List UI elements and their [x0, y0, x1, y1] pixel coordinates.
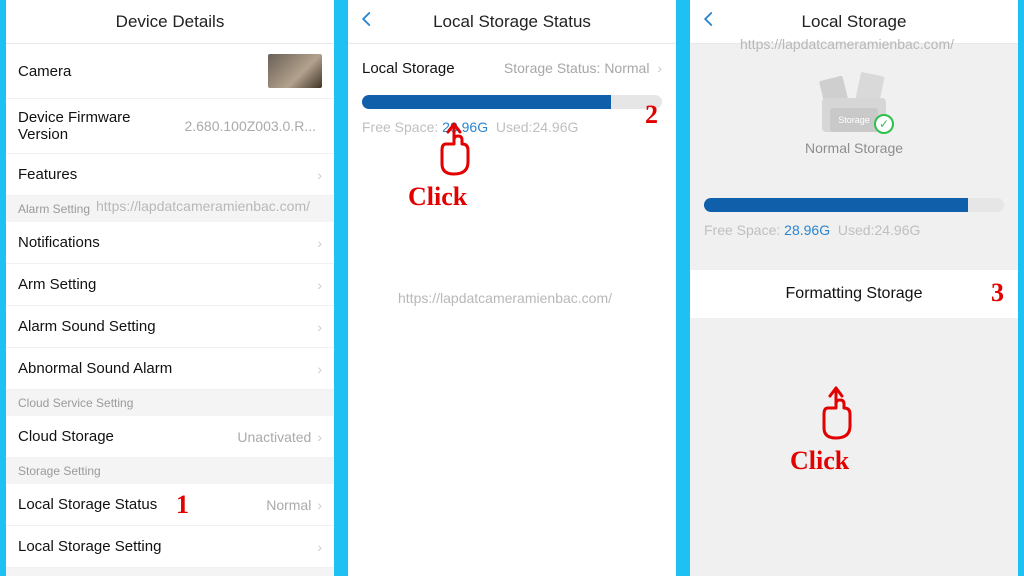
watermark: https://lapdatcameramienbac.com/: [398, 290, 612, 306]
annotation-step1: 1: [176, 490, 189, 520]
back-button[interactable]: [358, 10, 378, 34]
free-label: Free Space:: [362, 119, 438, 135]
firmware-value: 2.680.100Z003.0.R...: [184, 118, 316, 134]
local-storage-label: Local Storage: [362, 60, 455, 77]
progress-bar: [704, 198, 1004, 212]
page-title: Local Storage Status: [433, 12, 591, 32]
row-alarm-sound[interactable]: Alarm Sound Setting ›: [6, 306, 334, 348]
local-status-value: Normal: [266, 497, 311, 513]
row-abnormal[interactable]: Abnormal Sound Alarm ›: [6, 348, 334, 390]
row-features[interactable]: Features ›: [6, 154, 334, 196]
progress-container: [690, 176, 1018, 216]
panel-local-storage-status: Local Storage Status Local Storage Stora…: [348, 0, 676, 576]
annotation-click: Click: [790, 446, 849, 476]
storage-box-icon: Storage ✓: [816, 74, 892, 132]
status-text: Storage Status: Normal ›: [504, 60, 662, 77]
row-local-status[interactable]: Local Storage Status Normal › 1: [6, 484, 334, 526]
chevron-right-icon: ›: [317, 235, 322, 251]
row-camera[interactable]: Camera: [6, 44, 334, 99]
row-arm[interactable]: Arm Setting ›: [6, 264, 334, 306]
row-cloud-storage[interactable]: Cloud Storage Unactivated ›: [6, 416, 334, 458]
chevron-right-icon: ›: [317, 429, 322, 445]
chevron-left-icon: [700, 10, 718, 28]
panel-local-storage: Local Storage https://lapdatcameramienba…: [690, 0, 1018, 576]
storage-stats: Free Space: 28.96G Used:24.96G: [348, 113, 676, 141]
features-label: Features: [18, 166, 317, 183]
arm-label: Arm Setting: [18, 276, 317, 293]
annotation-step2: 2: [645, 100, 658, 130]
annotation-click: Click: [408, 182, 467, 212]
header: Device Details: [6, 0, 334, 44]
panel-device-details: Device Details Camera Device Firmware Ve…: [6, 0, 334, 576]
storage-stats: Free Space: 28.96G Used:24.96G: [690, 216, 1018, 244]
used-label: Used:: [496, 119, 533, 135]
chevron-right-icon: ›: [317, 277, 322, 293]
pointer-icon: [428, 120, 480, 185]
row-notifications[interactable]: Notifications ›: [6, 222, 334, 264]
section-storage: Storage Setting: [6, 458, 334, 484]
chevron-right-icon: ›: [317, 361, 322, 377]
status-label: Storage Status:: [504, 60, 601, 76]
watermark: https://lapdatcameramienbac.com/: [96, 198, 310, 214]
chevron-right-icon: ›: [657, 60, 662, 76]
cloud-value: Unactivated: [237, 429, 311, 445]
alarm-sound-label: Alarm Sound Setting: [18, 318, 317, 335]
section-device: Device Setting: [6, 568, 334, 576]
used-value: 24.96G: [532, 119, 578, 135]
row-local-setting[interactable]: Local Storage Setting ›: [6, 526, 334, 568]
chevron-left-icon: [358, 10, 376, 28]
used-value: 24.96G: [874, 222, 920, 238]
annotation-step3: 3: [991, 278, 1004, 308]
local-status-label: Local Storage Status: [18, 496, 266, 513]
local-setting-label: Local Storage Setting: [18, 538, 317, 555]
section-cloud: Cloud Service Setting: [6, 390, 334, 416]
pointer-icon: [810, 384, 862, 449]
progress-fill: [362, 95, 611, 109]
page-title: Local Storage: [802, 12, 907, 32]
progress-fill: [704, 198, 968, 212]
camera-thumb: [268, 54, 322, 88]
back-button[interactable]: [700, 10, 720, 34]
header: Local Storage: [690, 0, 1018, 44]
chevron-right-icon: ›: [317, 319, 322, 335]
chevron-right-icon: ›: [317, 539, 322, 555]
section-alarm: Alarm Setting https://lapdatcameramienba…: [6, 196, 334, 222]
camera-label: Camera: [18, 63, 268, 80]
progress-container: [348, 83, 676, 113]
storage-illustration: Storage ✓ Normal Storage: [690, 74, 1018, 156]
free-value: 28.96G: [784, 222, 830, 238]
row-storage-status[interactable]: Local Storage Storage Status: Normal ›: [348, 44, 676, 83]
format-storage-button[interactable]: Formatting Storage 3: [690, 270, 1018, 318]
row-firmware[interactable]: Device Firmware Version 2.680.100Z003.0.…: [6, 99, 334, 154]
panel-body: https://lapdatcameramienbac.com/ Storage…: [690, 44, 1018, 576]
firmware-label: Device Firmware Version: [18, 109, 184, 143]
chevron-right-icon: ›: [317, 167, 322, 183]
panel-body: Local Storage Storage Status: Normal › F…: [348, 44, 676, 576]
progress-bar: [362, 95, 662, 109]
used-label: Used:: [838, 222, 875, 238]
cloud-label: Cloud Storage: [18, 428, 237, 445]
page-title: Device Details: [116, 12, 225, 32]
chevron-right-icon: ›: [317, 497, 322, 513]
abnormal-label: Abnormal Sound Alarm: [18, 360, 317, 377]
header: Local Storage Status: [348, 0, 676, 44]
section-label: Alarm Setting: [18, 202, 90, 216]
notifications-label: Notifications: [18, 234, 317, 251]
format-label: Formatting Storage: [786, 285, 923, 302]
status-value: Normal: [604, 60, 649, 76]
free-label: Free Space:: [704, 222, 780, 238]
checkmark-icon: ✓: [874, 114, 894, 134]
storage-caption: Normal Storage: [805, 140, 903, 156]
